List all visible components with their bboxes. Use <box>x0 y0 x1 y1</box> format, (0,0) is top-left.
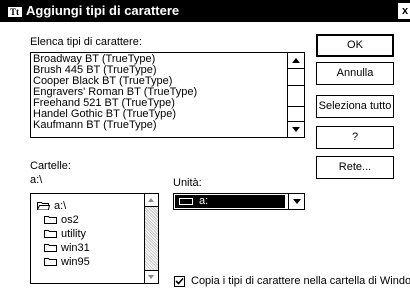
folder-icon <box>44 230 57 238</box>
arrow-up-icon <box>292 58 300 63</box>
folder-item-win95[interactable]: win95 <box>44 256 90 268</box>
folder-item-utility[interactable]: utility <box>44 228 86 240</box>
drive-value: a: <box>199 195 209 207</box>
folder-item-root[interactable]: a:\ <box>37 200 66 212</box>
scroll-thumb[interactable] <box>288 85 304 107</box>
select-all-button[interactable]: Seleziona tutto <box>316 95 394 118</box>
open-folder-icon <box>37 202 50 210</box>
font-list-scrollbar[interactable] <box>287 53 304 137</box>
font-listbox[interactable]: Broadway BT (TrueType) Brush 445 BT (Tru… <box>30 52 305 138</box>
folder-label: utility <box>61 228 87 240</box>
folder-item-os2[interactable]: os2 <box>44 214 79 226</box>
cancel-button[interactable]: Annulla <box>316 62 394 85</box>
arrow-down-icon <box>292 127 300 132</box>
drive-dropdown-button[interactable] <box>288 194 304 209</box>
add-fonts-dialog: Tt Aggiungi tipi di carattere x Elenca t… <box>0 0 410 299</box>
folder-item-win31[interactable]: win31 <box>44 242 90 254</box>
list-item[interactable]: Kaufmann BT (TrueType) <box>33 120 285 131</box>
drive-label: Unità: <box>173 177 202 189</box>
current-path: a:\ <box>30 174 43 186</box>
fonts-folder-icon: Tt <box>8 7 22 17</box>
folder-label: win95 <box>61 256 90 268</box>
help-button[interactable]: ? <box>316 126 394 149</box>
network-button[interactable]: Rete... <box>316 156 394 179</box>
close-button[interactable]: x <box>398 3 410 19</box>
arrow-down-icon <box>148 275 154 279</box>
dialog-title: Aggiungi tipi di carattere <box>26 3 180 18</box>
drive-selected[interactable]: a: <box>175 195 285 208</box>
scroll-down-button[interactable] <box>288 121 304 137</box>
folder-label: os2 <box>61 214 79 226</box>
chevron-down-icon <box>293 199 301 204</box>
folder-icon <box>44 216 57 224</box>
folder-listbox[interactable]: a:\ os2 utility win31 win95 <box>30 193 159 284</box>
scroll-up-button[interactable] <box>288 53 304 69</box>
drive-select[interactable]: a: <box>173 193 305 210</box>
scroll-down-button[interactable] <box>145 270 158 283</box>
folder-label: win31 <box>61 242 90 254</box>
floppy-drive-icon <box>179 198 193 205</box>
copy-fonts-label[interactable]: Copia i tipi di carattere nella cartella… <box>191 275 410 288</box>
folder-icon <box>44 244 57 252</box>
folder-label: a:\ <box>54 200 67 212</box>
arrow-up-icon <box>148 198 154 202</box>
copy-fonts-checkbox[interactable] <box>174 276 185 287</box>
title-bar[interactable]: Tt Aggiungi tipi di carattere x <box>0 0 410 22</box>
svg-text:Tt: Tt <box>10 7 19 17</box>
font-list-label: Elenca tipi di carattere: <box>30 36 142 48</box>
folder-list-scrollbar[interactable] <box>144 194 158 283</box>
folder-icon <box>44 258 57 266</box>
scroll-up-button[interactable] <box>145 194 158 207</box>
checkmark-icon <box>175 277 184 285</box>
ok-button[interactable]: OK <box>316 34 394 57</box>
folders-label: Cartelle: <box>30 160 71 172</box>
